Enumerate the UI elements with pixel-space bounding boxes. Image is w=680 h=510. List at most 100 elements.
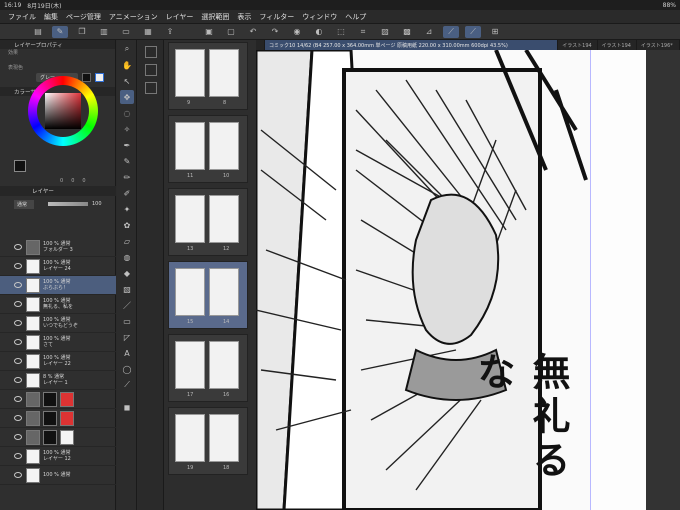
layer-row[interactable] bbox=[0, 409, 116, 428]
tab-illustration-196[interactable]: イラスト196* bbox=[637, 40, 680, 50]
layer-row[interactable] bbox=[0, 390, 116, 409]
menu-animation[interactable]: アニメーション bbox=[105, 12, 162, 22]
tab-illustration-194[interactable]: イラスト194 bbox=[558, 40, 598, 50]
eye-icon[interactable] bbox=[14, 263, 22, 269]
layer-row[interactable]: 100 % 通常 いつでもどうぞ bbox=[0, 314, 116, 333]
layer-row[interactable]: 100 % 通常 さて bbox=[0, 333, 116, 352]
eye-icon[interactable] bbox=[14, 415, 22, 421]
frame-border-icon[interactable]: ▭ bbox=[120, 314, 134, 328]
tab-active-document[interactable]: コミック10 14/62 (B4 257.00 x 364.00mm 単ページ … bbox=[265, 40, 559, 50]
saturation-value-square[interactable] bbox=[45, 93, 81, 129]
eye-icon[interactable] bbox=[14, 301, 22, 307]
eye-icon[interactable] bbox=[14, 282, 22, 288]
menu-filter[interactable]: フィルター bbox=[255, 12, 298, 22]
eye-icon[interactable] bbox=[14, 339, 22, 345]
eye-icon[interactable] bbox=[14, 244, 22, 250]
snap-special-icon[interactable]: ⟋ bbox=[465, 25, 481, 38]
layer-row-selected[interactable]: 100 % 通常 ぶらぶら！ bbox=[0, 276, 116, 295]
eyedropper-icon[interactable]: ✒ bbox=[120, 138, 134, 152]
layer-row[interactable]: 100 % 通常 レイヤー 24 bbox=[0, 257, 116, 276]
copy-icon[interactable]: ❐ bbox=[74, 26, 90, 38]
page-spread-selected[interactable]: 15 14 bbox=[168, 261, 248, 329]
eye-icon[interactable] bbox=[14, 396, 22, 402]
sfx-text[interactable]: 無礼るな bbox=[466, 352, 576, 510]
zoom-icon[interactable]: ⌕ bbox=[120, 42, 134, 56]
export-icon[interactable]: ⇪ bbox=[162, 26, 178, 38]
layer-row[interactable]: 100 % 通常 bbox=[0, 466, 116, 485]
hand-icon[interactable]: ✋ bbox=[120, 58, 134, 72]
layer-row[interactable]: 100 % 通常 フォルダー 3 bbox=[0, 238, 116, 257]
pencil-icon[interactable]: ✏ bbox=[120, 170, 134, 184]
eye-icon[interactable] bbox=[14, 320, 22, 326]
layer-row[interactable]: 100 % 通常 レイヤー 22 bbox=[0, 352, 116, 371]
eye-icon[interactable] bbox=[14, 472, 22, 478]
new-page-icon[interactable]: ▭ bbox=[118, 26, 134, 38]
fill-tool-icon[interactable]: ◆ bbox=[120, 266, 134, 280]
sub-tool-icon[interactable] bbox=[144, 64, 157, 76]
blend-mode-select[interactable]: 通常 bbox=[14, 199, 34, 209]
auto-select-icon[interactable]: ✧ bbox=[120, 122, 134, 136]
color-swatch-icon[interactable]: ◼ bbox=[120, 400, 134, 414]
layer-row[interactable]: 100 % 通常 レイヤー 12 bbox=[0, 447, 116, 466]
layer-row[interactable]: 100 % 通常 無礼る、私を bbox=[0, 295, 116, 314]
perspective-icon[interactable]: ⊿ bbox=[421, 26, 437, 38]
layer-row[interactable]: 8 % 通常 レイヤー 1 bbox=[0, 371, 116, 390]
correct-line-icon[interactable]: ⟋ bbox=[120, 378, 134, 392]
figure-icon[interactable]: ／ bbox=[120, 298, 134, 312]
eraser-icon[interactable]: ▱ bbox=[120, 234, 134, 248]
opacity-slider[interactable] bbox=[48, 202, 88, 206]
page-spread[interactable]: 13 12 bbox=[168, 188, 248, 256]
sub-color-swatch[interactable] bbox=[95, 72, 104, 82]
save-icon[interactable]: ▣ bbox=[201, 26, 217, 38]
snap-ruler-icon[interactable]: ⟋ bbox=[443, 25, 459, 38]
gradient-icon[interactable]: ▧ bbox=[120, 282, 134, 296]
panel-icon[interactable]: ▤ bbox=[30, 26, 46, 38]
page-spread[interactable]: 11 10 bbox=[168, 115, 248, 183]
fill-icon[interactable]: ◐ bbox=[311, 26, 327, 38]
transform-icon[interactable]: ⬚ bbox=[333, 26, 349, 38]
canvas-area[interactable]: 無礼るな bbox=[256, 50, 680, 510]
lasso-icon[interactable]: ◌ bbox=[120, 106, 134, 120]
operation-icon[interactable]: ↖ bbox=[120, 74, 134, 88]
ruler-snap-icon[interactable]: ▩ bbox=[399, 26, 415, 38]
current-color-swatch[interactable] bbox=[14, 160, 26, 172]
eye-icon[interactable] bbox=[14, 358, 22, 364]
menu-window[interactable]: ウィンドウ bbox=[298, 12, 341, 22]
layer-panel-header[interactable]: レイヤー bbox=[0, 186, 116, 196]
main-color-swatch[interactable] bbox=[82, 72, 91, 82]
ruler-icon[interactable]: ▨ bbox=[377, 26, 393, 38]
pen-icon[interactable]: ✎ bbox=[120, 154, 134, 168]
page-spread[interactable]: 9 8 bbox=[168, 42, 248, 110]
menu-selection[interactable]: 選択範囲 bbox=[197, 12, 233, 22]
text-icon[interactable]: A bbox=[120, 346, 134, 360]
balloon-icon[interactable]: ◯ bbox=[120, 362, 134, 376]
brush-icon[interactable]: ✐ bbox=[120, 186, 134, 200]
menu-edit[interactable]: 編集 bbox=[40, 12, 62, 22]
page-spread[interactable]: 17 16 bbox=[168, 334, 248, 402]
manga-page[interactable]: 無礼るな bbox=[256, 50, 590, 510]
airbrush-icon[interactable]: ✦ bbox=[120, 202, 134, 216]
layer-row[interactable] bbox=[0, 428, 116, 447]
new-canvas-icon[interactable]: ▢ bbox=[223, 26, 239, 38]
page-spread[interactable]: 19 18 bbox=[168, 407, 248, 475]
snap-grid-icon[interactable]: ⊞ bbox=[487, 26, 503, 38]
ruler-tool-icon[interactable]: ◸ bbox=[120, 330, 134, 344]
color-wheel[interactable] bbox=[28, 76, 98, 146]
edit-icon[interactable]: ✎ bbox=[52, 25, 68, 38]
menu-help[interactable]: ヘルプ bbox=[341, 12, 370, 22]
eye-icon[interactable] bbox=[14, 434, 22, 440]
menu-page[interactable]: ページ管理 bbox=[62, 12, 105, 22]
tab-illustration-194b[interactable]: イラスト194 bbox=[598, 40, 637, 50]
crop-icon[interactable]: ⌗ bbox=[355, 26, 371, 38]
move-layer-icon[interactable]: ✥ bbox=[120, 90, 134, 104]
record-icon[interactable]: ◉ bbox=[289, 26, 305, 38]
eye-icon[interactable] bbox=[14, 453, 22, 459]
sub-tool-icon[interactable] bbox=[144, 82, 157, 94]
menu-file[interactable]: ファイル bbox=[4, 12, 40, 22]
layer-icon[interactable]: ▥ bbox=[96, 26, 112, 38]
layer-property-header[interactable]: レイヤープロパティ bbox=[0, 40, 115, 49]
menu-layer[interactable]: レイヤー bbox=[162, 12, 198, 22]
redo-icon[interactable]: ↷ bbox=[267, 26, 283, 38]
eye-icon[interactable] bbox=[14, 377, 22, 383]
grid-icon[interactable]: ▦ bbox=[140, 26, 156, 38]
